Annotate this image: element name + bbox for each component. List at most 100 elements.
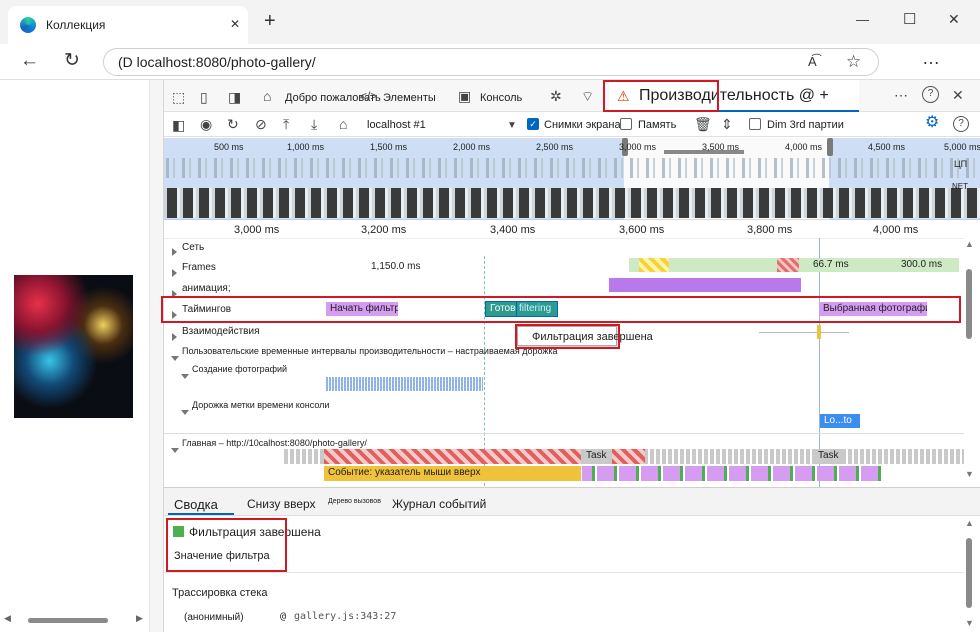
elements-icon: </>: [360, 89, 378, 103]
create-photos-toggle[interactable]: [181, 366, 189, 384]
web-page: ◀ ▶: [0, 80, 150, 632]
device-toolbar-icon[interactable]: ▯: [200, 89, 208, 105]
frame-time-3: 300.0 ms: [901, 259, 943, 270]
stack-location-link[interactable]: gallery.js:343:27: [294, 611, 396, 622]
home-icon[interactable]: ⌂: [339, 116, 347, 132]
main-track-toggle[interactable]: [171, 440, 179, 458]
task-1[interactable]: Task: [582, 449, 612, 464]
favorite-icon[interactable]: ☆: [846, 52, 861, 72]
more-tools-icon[interactable]: ⋯: [894, 87, 908, 103]
bottom-tabs: Сводка Снизу вверх Дерево вызовов Журнал…: [164, 488, 980, 516]
bottom-scroll-up-icon[interactable]: ▲: [965, 518, 974, 528]
download-icon[interactable]: ⤓: [311, 116, 317, 132]
console-mark[interactable]: Lo...to: [820, 414, 860, 428]
edge-logo-icon: [20, 17, 36, 33]
home-icon[interactable]: ⌂: [263, 88, 271, 104]
tab-event-log[interactable]: Журнал событий: [392, 497, 486, 511]
dim3rd-checkbox[interactable]: [749, 118, 761, 130]
bottom-scroll-thumb[interactable]: [966, 538, 972, 608]
scroll-thumb[interactable]: [28, 618, 108, 623]
create-photos-label: Создание фотографий: [192, 364, 288, 374]
new-tab-button[interactable]: +: [264, 10, 276, 33]
dropdown-arrow-icon[interactable]: ▼: [507, 118, 517, 134]
tab-console[interactable]: Консоль: [480, 92, 522, 104]
url-field[interactable]: (D localhost:8080/photo-gallery/ A͡ ☆: [103, 48, 879, 76]
overview-handle-right[interactable]: [827, 138, 833, 156]
refresh-icon[interactable]: ↻: [64, 49, 80, 72]
frame-time-2: 66.7 ms: [813, 259, 849, 270]
photo-thumbnail[interactable]: [14, 275, 133, 418]
page-vscroll-track[interactable]: [150, 80, 163, 632]
collapse-icon[interactable]: ⇕: [721, 116, 733, 132]
read-aloud-icon[interactable]: A͡: [808, 54, 817, 69]
tracks-scrollbar[interactable]: ▲ ▼: [964, 239, 976, 484]
minimize-button[interactable]: —: [856, 12, 869, 27]
dock-icon[interactable]: ◨: [228, 89, 241, 105]
bottom-scrollbar[interactable]: ▲ ▼: [964, 518, 976, 630]
scroll-right-icon[interactable]: ▶: [136, 613, 143, 624]
interactions-track-label: Взаимодействия: [182, 326, 260, 337]
interaction-whisker[interactable]: [759, 332, 849, 333]
frames-track-toggle[interactable]: [172, 264, 177, 282]
record-icon[interactable]: ◉: [200, 116, 212, 132]
ruler-tick-5: 4,000 ms: [873, 224, 919, 236]
bottom-scroll-down-icon[interactable]: ▼: [965, 618, 974, 628]
devtools-tabstrip: ⬚ ▯ ◨ ⌂ Добро пожаловать </> Элементы ▣ …: [164, 80, 980, 112]
console-icon: ▣: [458, 88, 472, 104]
user-timings-toggle[interactable]: [171, 348, 179, 366]
reload-record-icon[interactable]: ↻: [227, 116, 239, 132]
ruler-tick-3: 3,600 ms: [619, 224, 665, 236]
close-window-button[interactable]: ✕: [948, 11, 960, 28]
tracks-scroll-down-icon[interactable]: ▼: [965, 469, 974, 479]
console-track-toggle[interactable]: [181, 402, 189, 420]
interaction-marker[interactable]: [817, 325, 821, 339]
frame-dropped[interactable]: [639, 258, 669, 272]
scroll-left-icon[interactable]: ◀: [4, 613, 11, 624]
back-icon[interactable]: ←: [20, 50, 39, 72]
create-photos-bars[interactable]: [326, 377, 483, 391]
tracks-scroll-thumb[interactable]: [966, 269, 972, 339]
wifi-icon[interactable]: ⌔: [581, 88, 594, 104]
event-pointerup[interactable]: Событие: указатель мыши вверх: [324, 466, 581, 481]
scripting-bars: [582, 466, 882, 481]
target-select[interactable]: localhost #1: [367, 119, 426, 131]
tab-bottom-up[interactable]: Снизу вверх: [247, 497, 316, 511]
tracks-scroll-up-icon[interactable]: ▲: [965, 239, 974, 249]
maximize-button[interactable]: ☐: [903, 10, 916, 28]
devtools-help-icon[interactable]: ?: [922, 86, 939, 103]
tab-summary[interactable]: Сводка: [174, 497, 218, 512]
task-2-long[interactable]: [612, 449, 645, 464]
frame-time-1: 1,150.0 ms: [371, 261, 421, 272]
inspect-icon[interactable]: ⬚: [172, 89, 185, 105]
timeline-overview[interactable]: 500 ms 1,000 ms 1,500 ms 2,000 ms 2,500 …: [164, 138, 980, 220]
garbage-collect-icon[interactable]: 🗑: [694, 116, 712, 132]
animation-bar[interactable]: [609, 278, 801, 292]
ruler-tick-4: 3,800 ms: [747, 224, 793, 236]
filmstrip: [164, 188, 980, 218]
settings-more-icon[interactable]: …: [922, 48, 940, 69]
devtools-close-icon[interactable]: ✕: [952, 87, 964, 103]
interactions-track-toggle[interactable]: [172, 328, 177, 346]
screenshots-checkbox[interactable]: ✓: [527, 118, 539, 130]
tab-call-tree[interactable]: Дерево вызовов: [328, 498, 381, 505]
tab-elements[interactable]: Элементы: [383, 92, 436, 104]
perf-help-icon[interactable]: ?: [953, 116, 969, 132]
upload-icon[interactable]: ⤒: [283, 116, 289, 132]
task-long[interactable]: [324, 449, 581, 464]
tab-close-icon[interactable]: ✕: [230, 17, 240, 31]
highlight-performance-tab: [603, 80, 719, 112]
bug-icon[interactable]: ✲: [550, 88, 562, 104]
task-3[interactable]: Task: [814, 449, 844, 464]
title-bar: Коллекция ✕ + — ☐ ✕: [0, 0, 980, 44]
panel-toggle-icon[interactable]: ◧: [172, 117, 185, 133]
frame-partial[interactable]: [777, 258, 799, 272]
user-timings-label: Пользовательские временные интервалы про…: [182, 346, 558, 356]
network-track-toggle[interactable]: [172, 243, 177, 261]
page-scrollbar[interactable]: ◀ ▶: [0, 613, 149, 626]
browser-tab[interactable]: Коллекция ✕: [8, 6, 248, 44]
ruler-tick-1: 3,200 ms: [361, 224, 407, 236]
memory-checkbox[interactable]: [620, 118, 632, 130]
frames-bar[interactable]: 66.7 ms 300.0 ms: [629, 258, 959, 272]
capture-settings-icon[interactable]: ⚙: [925, 115, 939, 131]
clear-icon[interactable]: ⊘: [255, 116, 267, 132]
